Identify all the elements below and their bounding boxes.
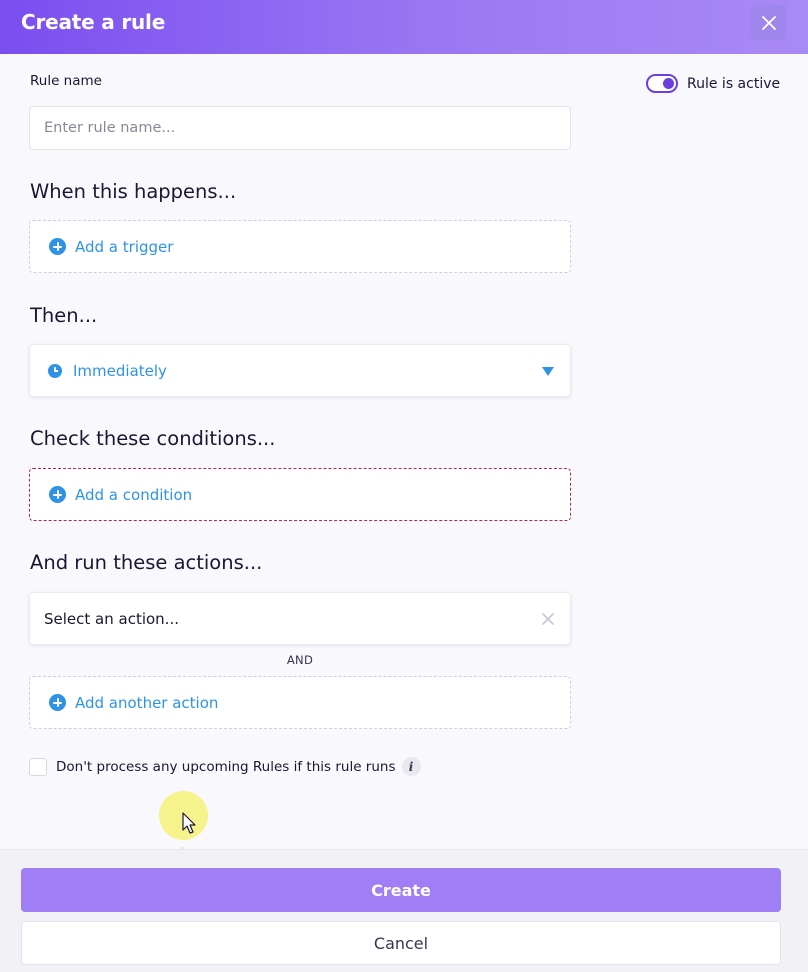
rule-active-label: Rule is active <box>687 75 781 92</box>
create-button[interactable]: Create <box>21 868 781 912</box>
rule-active-toggle[interactable] <box>646 74 678 93</box>
timing-heading: Then... <box>30 304 98 327</box>
mouse-pointer-icon <box>182 812 196 834</box>
stop-processing-row: Don't process any upcoming Rules if this… <box>29 757 421 776</box>
close-icon <box>761 15 776 30</box>
close-button[interactable] <box>751 5 786 40</box>
add-trigger-button[interactable]: Add a trigger <box>29 220 571 273</box>
modal-title: Create a rule <box>21 10 166 34</box>
rule-active-toggle-group: Rule is active <box>646 74 780 93</box>
rule-name-field <box>29 106 571 150</box>
timing-selected-value: Immediately <box>73 361 167 380</box>
plus-circle-icon <box>49 486 66 503</box>
trigger-heading: When this happens... <box>30 180 237 203</box>
timing-select[interactable]: Immediately <box>29 344 571 397</box>
modal-header: Create a rule <box>0 0 808 54</box>
add-trigger-label: Add a trigger <box>75 237 174 256</box>
info-icon[interactable]: i <box>401 757 421 776</box>
rule-name-input[interactable] <box>30 107 570 149</box>
caret-down-icon <box>542 367 554 376</box>
clock-icon <box>48 363 62 378</box>
cancel-button[interactable]: Cancel <box>21 921 781 965</box>
and-separator: AND <box>286 653 314 667</box>
action-select[interactable]: Select an action... <box>29 592 571 645</box>
plus-circle-icon <box>49 694 66 711</box>
add-condition-button[interactable]: Add a condition <box>29 468 571 521</box>
plus-circle-icon <box>49 238 66 255</box>
add-another-action-label: Add another action <box>75 693 219 712</box>
action-select-placeholder: Select an action... <box>44 609 179 628</box>
stop-processing-checkbox[interactable] <box>29 757 47 776</box>
conditions-heading: Check these conditions... <box>30 427 276 450</box>
toggle-knob <box>663 78 674 89</box>
stop-processing-label: Don't process any upcoming Rules if this… <box>56 758 396 775</box>
clear-icon[interactable] <box>540 611 556 627</box>
actions-heading: And run these actions... <box>30 551 263 574</box>
add-another-action-button[interactable]: Add another action <box>29 676 571 729</box>
rule-name-label: Rule name <box>30 73 102 89</box>
add-condition-label: Add a condition <box>75 485 193 504</box>
